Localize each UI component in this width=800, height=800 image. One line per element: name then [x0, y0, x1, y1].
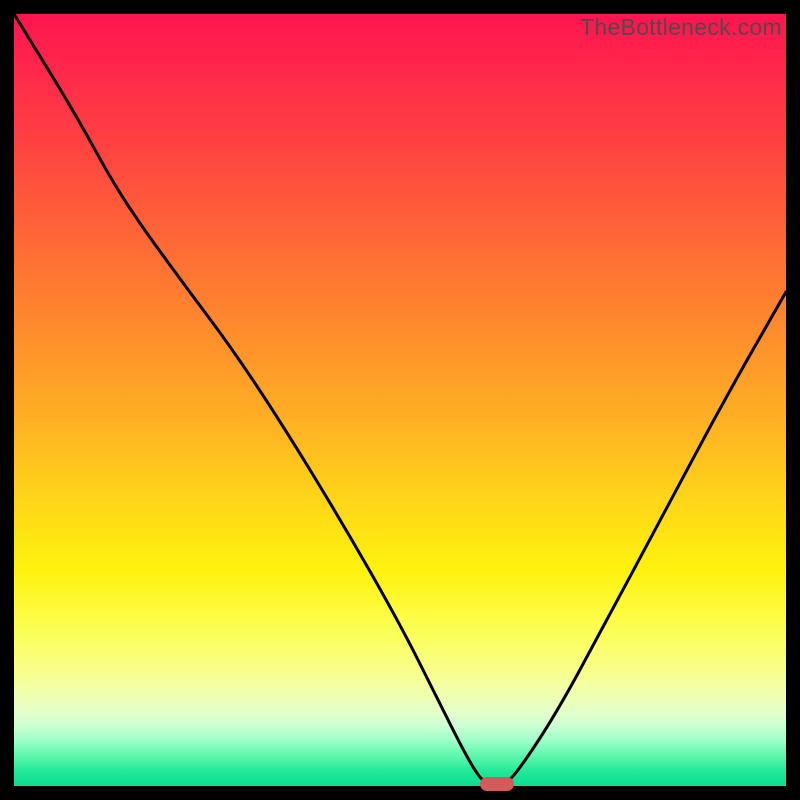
optimal-marker [480, 777, 514, 791]
bottleneck-curve [14, 14, 786, 786]
chart-frame: TheBottleneck.com [0, 0, 800, 800]
plot-area: TheBottleneck.com [14, 14, 786, 786]
